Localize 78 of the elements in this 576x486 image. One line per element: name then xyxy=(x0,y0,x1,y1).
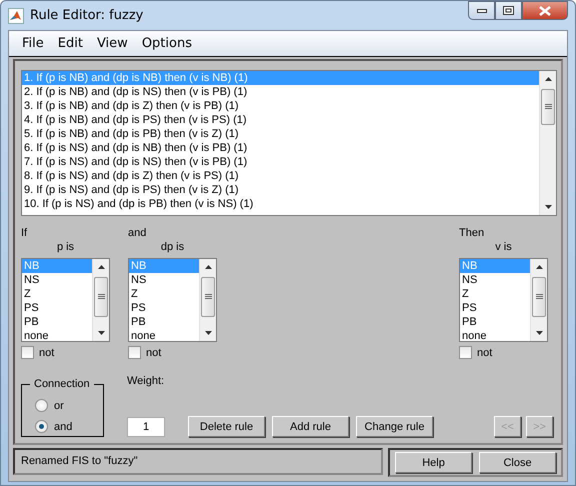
weight-field[interactable]: 1 xyxy=(127,417,165,437)
section-label: If xyxy=(21,227,28,241)
not-checkbox[interactable] xyxy=(459,346,472,359)
value-item[interactable]: Z xyxy=(129,287,199,301)
menu-item[interactable]: Options xyxy=(134,36,199,51)
scrollbar[interactable] xyxy=(539,71,556,215)
not-checkbox[interactable] xyxy=(21,346,34,359)
scrollbar[interactable] xyxy=(199,259,216,341)
minimize-icon xyxy=(476,8,486,12)
maximize-button[interactable] xyxy=(495,1,522,20)
scroll-up-icon[interactable] xyxy=(98,265,104,269)
value-item[interactable]: none xyxy=(22,329,92,341)
menu-item[interactable]: Edit xyxy=(50,36,90,51)
rule-item[interactable]: 3. If (p is NB) and (dp is Z) then (v is PB) (1) xyxy=(22,99,539,113)
dialog-button[interactable]: Help xyxy=(395,452,472,473)
menu-item[interactable]: File xyxy=(15,36,51,51)
rule-item[interactable]: 4. If (p is NB) and (dp is PS) then (v is PS) (1) xyxy=(22,113,539,127)
rule-item[interactable]: 9. If (p is NS) and (dp is PS) then (v is Z) (1) xyxy=(22,183,539,197)
value-item[interactable]: none xyxy=(460,329,530,341)
action-button[interactable]: Add rule xyxy=(272,416,349,437)
variable-label: dp is xyxy=(160,241,184,255)
value-item[interactable]: PS xyxy=(22,301,92,315)
dialog-button[interactable]: Close xyxy=(479,452,556,473)
grip-icon xyxy=(204,294,212,300)
action-button[interactable]: Delete rule xyxy=(188,416,265,437)
value-item[interactable]: PS xyxy=(460,301,530,315)
rule-item[interactable]: 7. If (p is NS) and (dp is NS) then (v is PB) (1) xyxy=(22,155,539,169)
scroll-up-icon[interactable] xyxy=(544,77,552,81)
rule-item[interactable]: 5. If (p is NB) and (dp is PB) then (v is Z) (1) xyxy=(22,127,539,141)
value-item[interactable]: NS xyxy=(129,273,199,287)
minimize-button[interactable] xyxy=(468,1,495,20)
not-checkbox[interactable] xyxy=(128,346,141,359)
section-label: Then xyxy=(459,227,486,241)
value-item[interactable]: NS xyxy=(460,273,530,287)
value-item[interactable]: PB xyxy=(22,315,92,329)
weight-label: Weight: xyxy=(127,375,165,387)
grip-icon xyxy=(98,294,104,300)
restore-icon xyxy=(503,6,514,15)
checkbox-label: not xyxy=(477,346,492,358)
variable-label: p is xyxy=(56,241,74,255)
scroll-up-icon[interactable] xyxy=(536,265,542,269)
radio-button[interactable] xyxy=(35,420,48,433)
status-message: Renamed FIS to "fuzzy" xyxy=(13,448,383,475)
rule-list[interactable] xyxy=(21,70,557,216)
checkbox-label: not xyxy=(39,346,54,358)
variable-label: v is xyxy=(495,241,512,255)
value-item[interactable]: Z xyxy=(22,287,92,301)
rule-item[interactable]: 10. If (p is NS) and (dp is PB) then (v is NS) (1) xyxy=(22,197,539,211)
grip-icon xyxy=(544,104,552,110)
checkbox-label: not xyxy=(146,346,162,358)
value-item[interactable]: PS xyxy=(129,301,199,315)
scrollbar[interactable] xyxy=(530,259,547,341)
rule-item[interactable]: 2. If (p is NB) and (dp is NS) then (v is PB) (1) xyxy=(22,85,539,99)
value-item[interactable]: NS xyxy=(22,273,92,287)
window-title: Rule Editor: fuzzy xyxy=(30,8,144,23)
menu-item[interactable]: View xyxy=(90,36,135,51)
scroll-down-icon[interactable] xyxy=(204,331,212,335)
scroll-down-icon[interactable] xyxy=(544,205,552,209)
rule-item[interactable]: 8. If (p is NS) and (dp is Z) then (v is PS) (1) xyxy=(22,169,539,183)
scrollbar[interactable] xyxy=(92,259,109,341)
rule-item[interactable]: 6. If (p is NS) and (dp is NB) then (v is PB) (1) xyxy=(22,141,539,155)
section-label: and xyxy=(128,227,148,241)
value-item[interactable]: PB xyxy=(129,315,199,329)
grip-icon xyxy=(536,294,542,300)
close-icon xyxy=(539,6,551,16)
radio-label: and xyxy=(54,420,72,432)
scroll-down-icon[interactable] xyxy=(536,331,542,335)
value-item[interactable]: none xyxy=(129,329,199,341)
scroll-down-icon[interactable] xyxy=(98,331,104,335)
value-item[interactable]: PB xyxy=(460,315,530,329)
close-button[interactable] xyxy=(522,1,568,20)
value-item[interactable]: Z xyxy=(460,287,530,301)
scroll-up-icon[interactable] xyxy=(204,265,212,269)
app-logo-icon xyxy=(8,8,24,24)
radio-label: or xyxy=(54,400,64,412)
radio-button[interactable] xyxy=(35,399,48,412)
action-button[interactable]: Change rule xyxy=(356,416,433,437)
group-title: Connection xyxy=(30,378,94,390)
